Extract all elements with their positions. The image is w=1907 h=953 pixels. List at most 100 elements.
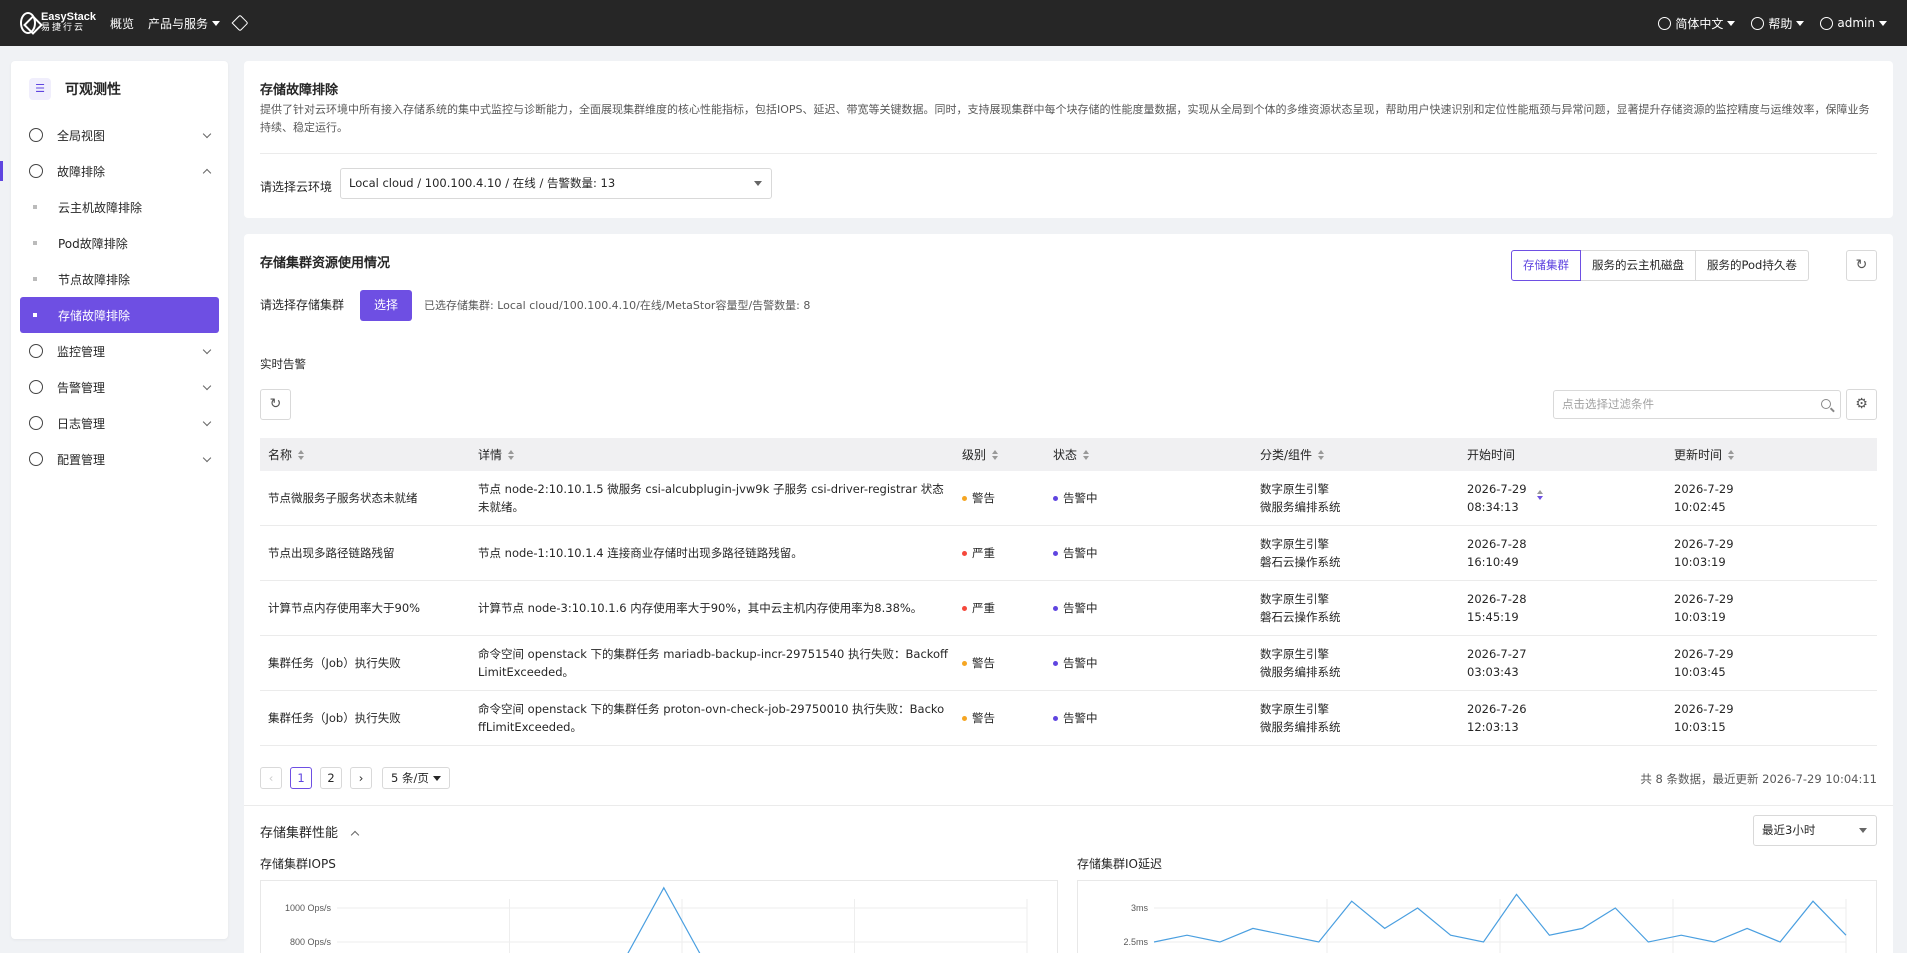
table-row[interactable]: 集群任务（Job）执行失败 命令空间 openstack 下的集群任务 maria… [260, 636, 1877, 691]
sidebar-item-global-view[interactable]: 全局视图 [11, 117, 228, 153]
table-settings-button[interactable]: ⚙ [1846, 389, 1877, 420]
selected-cluster-text: 已选存储集群: Local cloud/100.100.4.10/在线/Meta… [424, 299, 811, 312]
cell-detail: 命令空间 openstack 下的集群任务 proton-ovn-check-j… [478, 702, 945, 734]
time-range-select[interactable]: 最近3小时 [1753, 815, 1877, 846]
cell-level: 警告 [954, 654, 1045, 672]
col-start-time[interactable]: 开始时间 [1459, 446, 1666, 500]
gear-icon [29, 452, 43, 466]
usage-title: 存储集群资源使用情况 [260, 256, 391, 271]
table-row[interactable]: 计算节点内存使用率大于90% 计算节点 node-3:10.10.1.6 内存使用… [260, 581, 1877, 636]
latency-chart-title: 存储集群IO延迟 [1077, 857, 1162, 871]
col-detail[interactable]: 详情 [470, 446, 954, 463]
y-tick-label: 2.5ms [1123, 937, 1148, 947]
intro-card: 存储故障排除 提供了针对云环境中所有接入存储系统的集中式监控与诊断能力，全面展现… [244, 61, 1893, 218]
refresh-icon: ↻ [269, 396, 282, 412]
page-description: 提供了针对云环境中所有接入存储系统的集中式监控与诊断能力，全面展现集群维度的核心… [260, 103, 1870, 134]
status-dot-icon [1053, 606, 1058, 611]
chevron-down-icon [212, 20, 221, 26]
cell-name: 计算节点内存使用率大于90% [268, 601, 421, 615]
table-header: 名称 详情 级别 状态 分类/组件 开始时间 更新时间 [260, 438, 1877, 500]
chevron-down-icon [202, 345, 212, 355]
table-row[interactable]: 节点微服务子服务状态未就绪 节点 node-2:10.10.1.5 微服务 csi… [260, 471, 1877, 526]
iops-chart: 1000 Ops/s 800 Ops/s [260, 880, 1058, 953]
table-body: 节点微服务子服务状态未就绪 节点 node-2:10.10.1.5 微服务 csi… [260, 471, 1877, 746]
cell-status: 告警中 [1045, 709, 1252, 727]
cell-detail: 命令空间 openstack 下的集群任务 mariadb-backup-inc… [478, 647, 948, 679]
sidebar-subitem-vm-troubleshooting[interactable]: 云主机故障排除 [20, 189, 219, 225]
level-dot-icon [962, 606, 967, 611]
resource-tabs: 存储集群 服务的云主机磁盘 服务的Pod持久卷 [1511, 250, 1809, 281]
sidebar-subitem-pod-troubleshooting[interactable]: Pod故障排除 [20, 225, 219, 261]
tab-storage-cluster[interactable]: 存储集群 [1511, 250, 1581, 281]
chevron-down-icon [202, 417, 212, 427]
col-level[interactable]: 级别 [954, 446, 1045, 463]
pin-button[interactable] [231, 14, 249, 32]
sort-icon [1728, 449, 1735, 460]
page-size-select[interactable]: 5 条/页 [382, 767, 450, 789]
logo[interactable]: EasyStack 易捷行云 [20, 12, 96, 34]
alarm-icon [29, 380, 43, 394]
env-select[interactable]: Local cloud / 100.100.4.10 / 在线 / 告警数量: … [340, 168, 772, 199]
tab-pod-volume[interactable]: 服务的Pod持久卷 [1695, 250, 1809, 281]
cell-category: 数字原生引擎 磐石云操作系统 [1260, 537, 1341, 569]
chevron-left-icon: ‹ [268, 771, 274, 785]
table-row[interactable]: 节点出现多路径链路残留 节点 node-1:10.10.1.4 连接商业存储时出现… [260, 526, 1877, 581]
select-cluster-button[interactable]: 选择 [360, 290, 413, 321]
page-1-button[interactable]: 1 [290, 767, 312, 789]
cell-start-time: 2026-7-29 08:34:13 [1467, 482, 1527, 514]
chevron-down-icon [202, 381, 212, 391]
chevron-down-icon [202, 129, 212, 139]
alerts-refresh-button[interactable]: ↻ [260, 389, 291, 420]
next-page-button[interactable]: › [350, 767, 372, 789]
nav-products-services[interactable]: 产品与服务 [148, 15, 221, 32]
menu-icon[interactable]: ☰ [29, 78, 51, 100]
table-row[interactable]: 集群任务（Job）执行失败 命令空间 openstack 下的集群任务 proto… [260, 691, 1877, 746]
language-menu[interactable]: 简体中文 [1658, 15, 1736, 32]
cell-category: 数字原生引擎 微服务编排系统 [1260, 647, 1341, 679]
sidebar-item-troubleshooting[interactable]: 故障排除 [0, 153, 228, 189]
sidebar-item-logs[interactable]: 日志管理 [11, 405, 228, 441]
col-name[interactable]: 名称 [260, 446, 470, 463]
user-icon [1820, 16, 1834, 30]
page-title: 存储故障排除 [260, 83, 339, 98]
tab-vm-disk[interactable]: 服务的云主机磁盘 [1580, 250, 1696, 281]
sidebar-item-config[interactable]: 配置管理 [11, 441, 228, 477]
sort-icon [298, 449, 305, 460]
sort-icon [1318, 449, 1325, 460]
sidebar-subitem-storage-troubleshooting[interactable]: 存储故障排除 [20, 297, 219, 333]
chevron-down-icon [1859, 828, 1867, 833]
cell-name: 节点微服务子服务状态未就绪 [268, 491, 418, 505]
cell-update-time: 2026-7-29 10:03:45 [1674, 647, 1734, 679]
col-status[interactable]: 状态 [1045, 446, 1252, 463]
help-menu[interactable]: 帮助 [1751, 15, 1805, 32]
cell-update-time: 2026-7-29 10:03:19 [1674, 592, 1734, 624]
sidebar-item-alerts[interactable]: 告警管理 [11, 369, 228, 405]
chevron-down-icon [1727, 20, 1736, 26]
col-update-time[interactable]: 更新时间 [1666, 446, 1877, 463]
perf-title[interactable]: 存储集群性能 [260, 822, 360, 841]
refresh-button[interactable]: ↻ [1846, 250, 1877, 281]
prev-page-button[interactable]: ‹ [260, 767, 282, 789]
refresh-icon: ↻ [1855, 257, 1868, 273]
logo-text-en: EasyStack [40, 11, 96, 23]
cell-level: 严重 [954, 599, 1045, 617]
page-2-button[interactable]: 2 [320, 767, 342, 789]
nav-overview[interactable]: 概览 [110, 15, 134, 32]
alerts-table: 名称 详情 级别 状态 分类/组件 开始时间 更新时间 节点微服务子服务状态未就… [260, 438, 1877, 746]
sidebar-subitem-node-troubleshooting[interactable]: 节点故障排除 [20, 261, 219, 297]
logo-text-cn: 易捷行云 [40, 23, 85, 33]
filter-search-input[interactable]: 点击选择过滤条件 [1553, 390, 1841, 419]
cell-detail: 计算节点 node-3:10.10.1.6 内存使用率大于90%，其中云主机内存… [478, 601, 923, 615]
cell-status: 告警中 [1045, 599, 1252, 617]
user-menu[interactable]: admin [1820, 16, 1887, 30]
usage-card: 存储集群资源使用情况 存储集群 服务的云主机磁盘 服务的Pod持久卷 ↻ 请选择… [244, 234, 1893, 953]
col-category[interactable]: 分类/组件 [1252, 446, 1459, 463]
cell-detail: 节点 node-2:10.10.1.5 微服务 csi-alcubplugin-… [478, 482, 944, 514]
cell-name: 节点出现多路径链路残留 [268, 546, 395, 560]
chevron-down-icon [1796, 20, 1805, 26]
cell-level: 严重 [954, 544, 1045, 562]
status-dot-icon [1053, 661, 1058, 666]
y-tick-label: 3ms [1131, 903, 1149, 913]
sidebar-item-monitoring[interactable]: 监控管理 [11, 333, 228, 369]
status-dot-icon [1053, 496, 1058, 501]
